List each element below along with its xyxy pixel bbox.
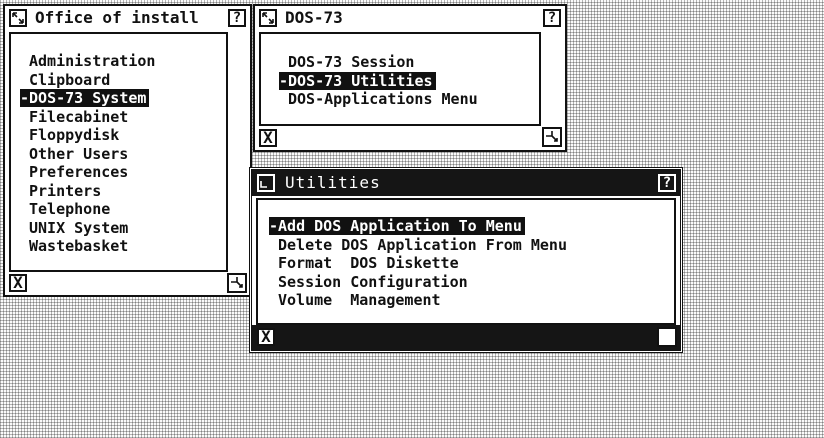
office-menu-item[interactable]: Printers (20, 182, 155, 201)
office-menu-item-label: -DOS-73 System (20, 89, 150, 107)
office-menu-item[interactable]: Telephone (20, 200, 155, 219)
dos73-menu-item[interactable]: DOS-73 Session (279, 53, 478, 72)
utilities-resize-icon[interactable] (257, 174, 275, 192)
utilities-menu-item[interactable]: Delete DOS Application From Menu (269, 236, 567, 255)
resize-arrows-icon (262, 12, 274, 24)
dos73-window: DOS-73 ? DOS-73 Session -DOS-73 Utilities… (253, 4, 567, 152)
utilities-title: Utilities (285, 173, 381, 192)
office-title: Office of install (35, 8, 199, 27)
corner-resize-icon (231, 277, 243, 288)
office-menu-item[interactable]: Wastebasket (20, 237, 155, 256)
office-close-button[interactable]: X (9, 274, 27, 292)
utilities-help-button[interactable]: ? (658, 174, 676, 192)
utilities-menu-item-label: Session Configuration (278, 272, 468, 291)
office-menu-item[interactable]: Filecabinet (20, 108, 155, 127)
utilities-window: Utilities ? -Add DOS Application To Menu… (249, 167, 683, 353)
utilities-bottom-bar: X (252, 325, 680, 350)
office-menu-item-label: Printers (29, 181, 102, 200)
utilities-resize-corner-icon[interactable] (657, 327, 677, 347)
dos73-menu-item-label: DOS-Applications Menu (288, 90, 478, 108)
corner-resize-icon (546, 131, 558, 142)
office-menu-item[interactable]: Clipboard (20, 71, 155, 90)
office-menu-item-label: Other Users (29, 144, 129, 163)
office-menu-item-label: Telephone (29, 200, 111, 218)
utilities-menu-item-label: Volume Management (278, 291, 441, 309)
utilities-titlebar[interactable]: Utilities ? (252, 170, 680, 196)
office-menu-item[interactable]: Administration (20, 52, 155, 71)
dos73-titlebar[interactable]: DOS-73 ? (255, 6, 565, 30)
dos73-menu-item-label: DOS-73 Session (288, 53, 415, 71)
office-resize-icon[interactable] (9, 9, 27, 27)
utilities-menu-item-label: -Add DOS Application To Menu (269, 217, 525, 235)
office-resize-corner-icon[interactable] (227, 273, 247, 293)
office-menu-item-label: Clipboard (29, 70, 111, 89)
office-menu-item-label: Preferences (29, 163, 129, 181)
office-menu-item-label: Administration (29, 52, 156, 70)
office-titlebar[interactable]: Office of install ? (5, 6, 250, 30)
office-menu-item[interactable]: Other Users (20, 145, 155, 164)
office-menu-item-selected[interactable]: -DOS-73 System (20, 89, 155, 108)
utilities-close-button[interactable]: X (257, 328, 275, 346)
dos73-resize-icon[interactable] (259, 9, 277, 27)
utilities-item-list: -Add DOS Application To Menu Delete DOS A… (269, 217, 567, 310)
dos73-title: DOS-73 (285, 8, 343, 27)
utilities-content-pane: -Add DOS Application To Menu Delete DOS A… (256, 198, 676, 325)
dos73-menu-item-selected[interactable]: -DOS-73 Utilities (279, 71, 478, 91)
dos73-content-pane: DOS-73 Session -DOS-73 Utilities DOS-Appli… (259, 32, 541, 126)
utilities-menu-item[interactable]: Volume Management (269, 291, 567, 310)
utilities-menu-item-selected[interactable]: -Add DOS Application To Menu (269, 217, 567, 236)
resize-arrows-icon (12, 12, 24, 24)
dos73-menu-item-label: -DOS-73 Utilities (279, 71, 436, 90)
office-item-list: Administration Clipboard -DOS-73 System Fil… (20, 52, 155, 256)
office-menu-item-label: Filecabinet (29, 107, 129, 126)
dos73-help-button[interactable]: ? (543, 9, 561, 27)
office-help-button[interactable]: ? (228, 9, 246, 27)
utilities-menu-item[interactable]: Format DOS Diskette (269, 254, 567, 273)
office-menu-item[interactable]: UNIX System (20, 219, 155, 238)
office-menu-item-label: Floppydisk (29, 126, 120, 144)
utilities-menu-item[interactable]: Session Configuration (269, 273, 567, 292)
corner-resize-icon (661, 331, 673, 342)
office-menu-item[interactable]: Preferences (20, 163, 155, 182)
office-menu-item-label: Wastebasket (29, 237, 129, 255)
dos73-item-list: DOS-73 Session -DOS-73 Utilities DOS-Appli… (279, 53, 478, 109)
dos73-close-button[interactable]: X (259, 129, 277, 147)
office-menu-item-label: UNIX System (29, 218, 129, 237)
dos73-menu-item[interactable]: DOS-Applications Menu (279, 90, 478, 109)
office-menu-item[interactable]: Floppydisk (20, 126, 155, 145)
utilities-menu-item-label: Delete DOS Application From Menu (278, 235, 567, 254)
office-content-pane: Administration Clipboard -DOS-73 System Fil… (9, 32, 228, 272)
dos73-resize-corner-icon[interactable] (542, 127, 562, 147)
office-window: Office of install ? Administration Clipbo… (3, 4, 252, 297)
resize-corner-icon (260, 181, 267, 188)
utilities-menu-item-label: Format DOS Diskette (278, 254, 459, 272)
